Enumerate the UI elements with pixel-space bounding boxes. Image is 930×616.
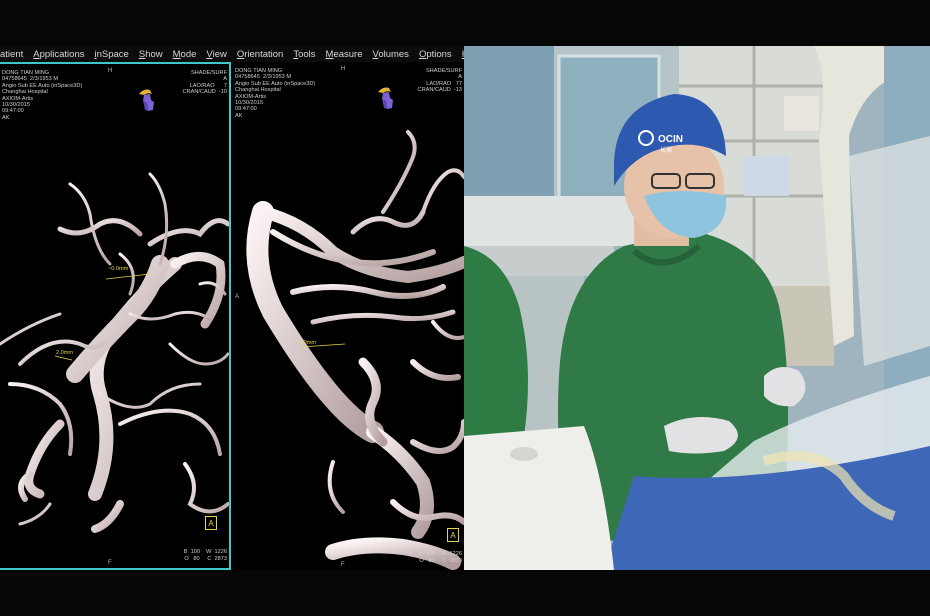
- menu-item-applications[interactable]: Applications: [33, 49, 84, 60]
- menu-item-inspace[interactable]: inSpace: [94, 49, 128, 60]
- cap-logo-text: OCIN: [658, 134, 683, 145]
- window-level-left: B 100 W 1226 O 80 C 2873: [183, 549, 227, 562]
- video-frame: atient Applications inSpace Show Mode View Ori…: [0, 0, 930, 616]
- menu-item-volumes[interactable]: Volumes: [373, 49, 409, 60]
- measurement-label-1: 1.0mm: [299, 340, 317, 346]
- menu-item-show[interactable]: Show: [139, 49, 163, 60]
- vessel-render-right: [246, 130, 464, 570]
- operating-room-scene: OCIN 长海: [464, 46, 930, 570]
- menu-item-mode[interactable]: Mode: [173, 49, 197, 60]
- menu-bar: atient Applications inSpace Show Mode View Ori…: [0, 46, 464, 62]
- menu-item-orientation[interactable]: Orientation: [237, 49, 283, 60]
- angio-workstation: atient Applications inSpace Show Mode View Ori…: [0, 46, 464, 570]
- window-level-right: B 100 W 1226 O 80 C 2873: [418, 551, 462, 564]
- menu-item-view[interactable]: View: [206, 49, 226, 60]
- measurement-label-2: 2.0mm: [56, 350, 74, 356]
- cap-subtext: 长海: [660, 146, 672, 154]
- menu-item-tools[interactable]: Tools: [293, 49, 315, 60]
- annotation-icon-right[interactable]: A: [447, 528, 459, 542]
- measurement-label-1: ~0.0mm: [108, 266, 129, 272]
- surgeon-camera-view: OCIN 长海: [464, 46, 930, 570]
- annotation-icon-left[interactable]: A: [205, 516, 217, 530]
- vessel-render-left: [0, 172, 229, 533]
- menu-item-options[interactable]: Options: [419, 49, 452, 60]
- menu-item-atient[interactable]: atient: [0, 49, 23, 60]
- viewport-right[interactable]: DONG TIAN MING 04758645 2/3/1953 M Angio…: [233, 62, 464, 570]
- menu-item-measure[interactable]: Measure: [326, 49, 363, 60]
- viewport-left[interactable]: DONG TIAN MING 04758645 2/3/1953 M Angio…: [0, 62, 231, 570]
